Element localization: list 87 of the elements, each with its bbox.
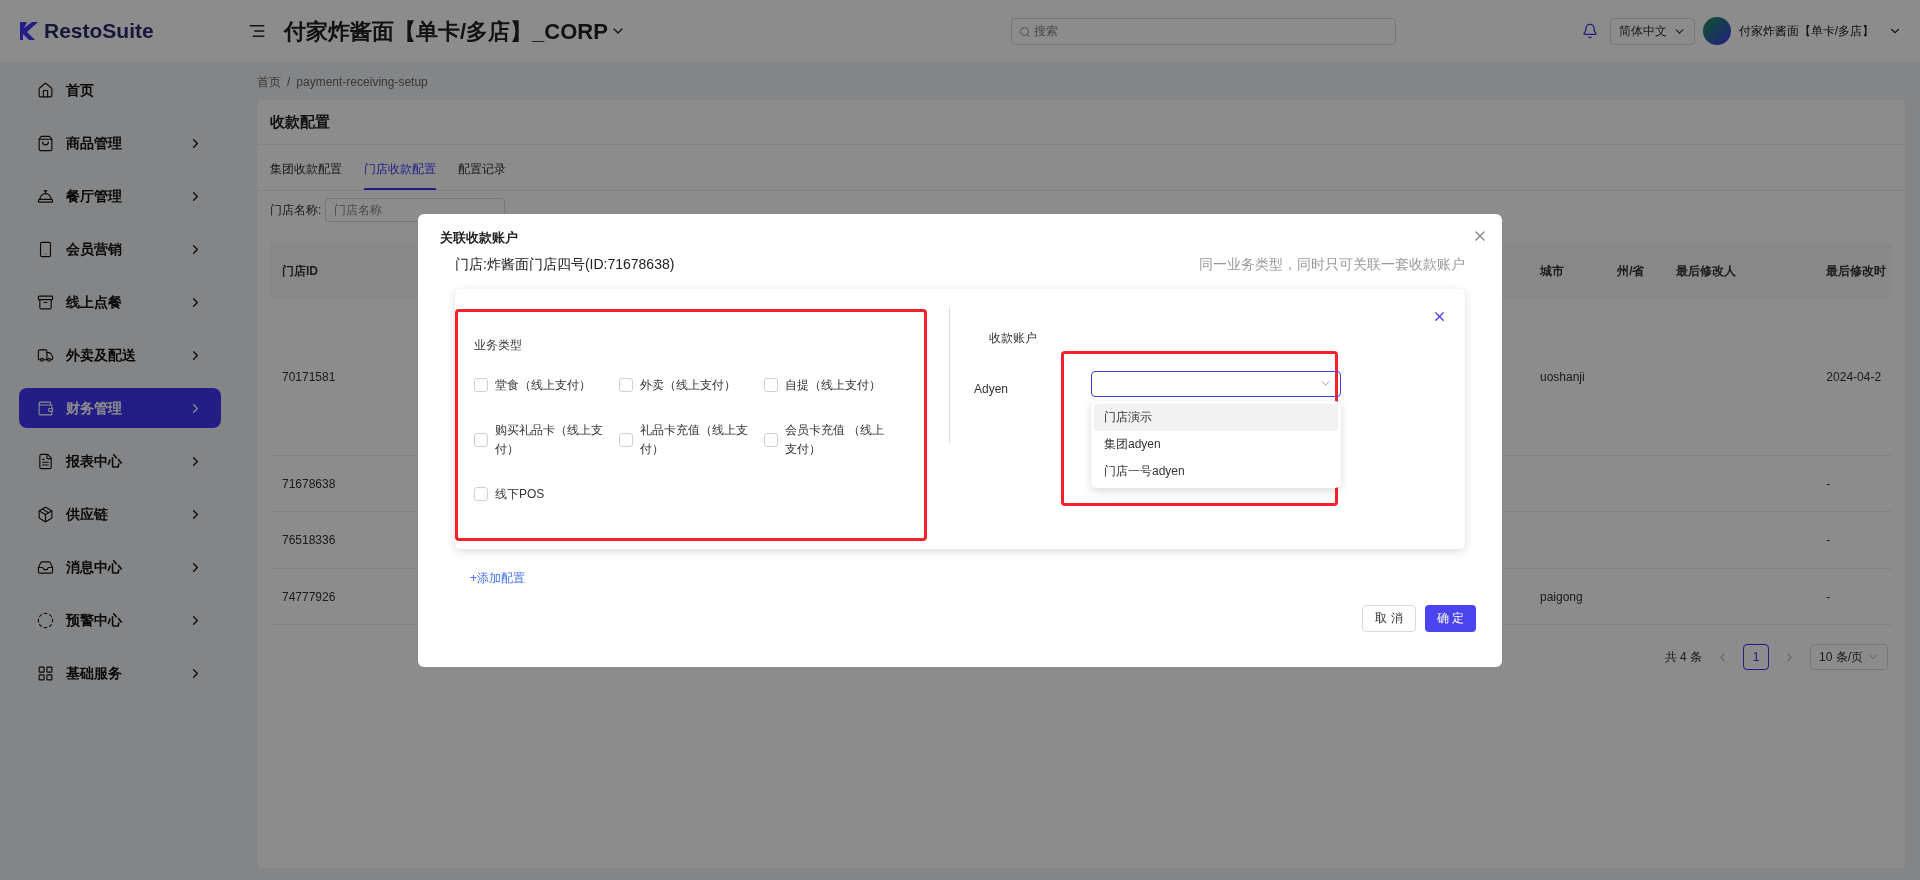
- sidebar-item[interactable]: 首页: [19, 70, 221, 110]
- store-title[interactable]: 付家炸酱面【单卡/多店】_CORP: [284, 14, 608, 48]
- column-header: 门店ID: [282, 263, 318, 278]
- logo-text: RestoSuite: [44, 18, 154, 45]
- checkbox[interactable]: [619, 432, 633, 447]
- table-cell: -: [1826, 476, 1831, 491]
- document-icon: [37, 452, 54, 470]
- provider-label: Adyen: [974, 380, 1009, 398]
- sidebar-item[interactable]: 商品管理: [19, 123, 221, 163]
- tab[interactable]: 门店收款配置: [364, 160, 436, 190]
- tab[interactable]: 配置记录: [458, 160, 506, 190]
- filter-label: 门店名称:: [270, 202, 322, 219]
- search-field[interactable]: 搜索: [1011, 17, 1397, 45]
- service-bell-icon: [37, 187, 54, 205]
- total-count: 共 4 条: [1664, 649, 1702, 666]
- checkbox[interactable]: [764, 378, 778, 392]
- sidebar-item[interactable]: 供应链: [19, 494, 221, 534]
- checkbox[interactable]: [474, 432, 488, 447]
- sidebar-item[interactable]: 会员营销: [19, 229, 221, 269]
- sidebar-item[interactable]: 基础服务: [19, 653, 221, 693]
- cancel-button[interactable]: 取 消: [1362, 604, 1416, 632]
- table-cell: 71678638: [282, 476, 336, 491]
- page-size-select[interactable]: 10 条/页: [1810, 644, 1888, 670]
- table-cell: 2024-04-2: [1826, 369, 1882, 384]
- dropdown-option[interactable]: 门店一号adyen: [1094, 457, 1338, 485]
- truck-icon: [37, 346, 54, 364]
- page-number[interactable]: 1: [1743, 644, 1769, 670]
- add-config-link[interactable]: +添加配置: [470, 568, 525, 587]
- sidebar-item[interactable]: 财务管理: [19, 388, 221, 428]
- checkbox[interactable]: [619, 378, 633, 392]
- tab[interactable]: 集团收款配置: [270, 160, 342, 190]
- search-icon: [1019, 25, 1032, 38]
- sidebar-item[interactable]: 线上点餐: [19, 282, 221, 322]
- business-type-option[interactable]: 礼品卡充值（线上支付）: [619, 420, 764, 459]
- breadcrumb-item[interactable]: payment-receiving-setup: [296, 73, 428, 91]
- language-select[interactable]: 简体中文: [1609, 17, 1695, 45]
- inbox-icon: [37, 558, 54, 576]
- archive-icon: [37, 293, 54, 311]
- bell-icon[interactable]: [1581, 23, 1598, 39]
- table-cell: -: [1826, 533, 1831, 547]
- breadcrumb-item[interactable]: 首页: [257, 73, 281, 91]
- column-header: 州/省: [1617, 262, 1646, 280]
- wallet-icon: [37, 399, 54, 417]
- house-icon: [37, 81, 54, 99]
- table-cell: paigong: [1540, 589, 1583, 604]
- table-cell: 76518336: [282, 533, 336, 547]
- business-type-option[interactable]: 堂食（线上支付）: [474, 375, 619, 395]
- logo-icon: [18, 20, 40, 42]
- package-icon: [37, 505, 54, 523]
- column-header: 城市: [1540, 262, 1565, 280]
- dropdown-option[interactable]: 集团adyen: [1094, 430, 1338, 458]
- business-type-option[interactable]: 线下POS: [474, 484, 619, 504]
- business-type-option[interactable]: 购买礼品卡（线上支付）: [474, 420, 619, 459]
- dashed-circle-icon: [37, 611, 54, 629]
- phone-icon: [37, 240, 54, 258]
- sidebar-item[interactable]: 报表中心: [19, 441, 221, 481]
- grid-icon: [37, 664, 54, 682]
- sidebar-item[interactable]: 消息中心: [19, 547, 221, 587]
- business-type-option[interactable]: 自提（线上支付）: [764, 375, 904, 395]
- column-header: 最后修改人: [1676, 262, 1738, 280]
- checkbox[interactable]: [474, 378, 488, 392]
- checkbox[interactable]: [474, 487, 488, 501]
- business-type-label: 业务类型: [474, 336, 523, 354]
- confirm-button[interactable]: 确 定: [1424, 604, 1476, 632]
- dropdown-option[interactable]: 门店演示: [1094, 403, 1338, 431]
- avatar[interactable]: [1702, 17, 1731, 45]
- bag-icon: [37, 134, 54, 152]
- business-type-option[interactable]: 会员卡充值 （线上支付）: [764, 420, 904, 459]
- store-info: 门店:炸酱面门店四号(ID:71678638): [455, 254, 675, 274]
- dialog-title: 关联收款账户: [440, 229, 519, 247]
- sidebar-item[interactable]: 预警中心: [19, 600, 221, 640]
- page-title: 收款配置: [257, 100, 1905, 145]
- business-type-option[interactable]: 外卖（线上支付）: [619, 375, 764, 395]
- table-cell: 74777926: [282, 589, 336, 604]
- hint-text: 同一业务类型，同时只可关联一套收款账户: [1199, 254, 1465, 274]
- account-select[interactable]: [1091, 370, 1341, 397]
- sidebar-item[interactable]: 餐厅管理: [19, 176, 221, 216]
- breadcrumb-separator: /: [287, 74, 291, 91]
- table-cell: -: [1826, 589, 1831, 604]
- account-label: 收款账户: [989, 329, 1038, 347]
- checkbox[interactable]: [764, 432, 778, 447]
- user-name[interactable]: 付家炸酱面【单卡/多店】: [1738, 22, 1874, 40]
- sidebar-item[interactable]: 外卖及配送: [19, 335, 221, 375]
- table-cell: uoshanji: [1540, 369, 1585, 384]
- column-header: 最后修改时: [1826, 262, 1888, 280]
- menu-icon[interactable]: [248, 22, 266, 40]
- table-cell: 70171581: [282, 369, 336, 384]
